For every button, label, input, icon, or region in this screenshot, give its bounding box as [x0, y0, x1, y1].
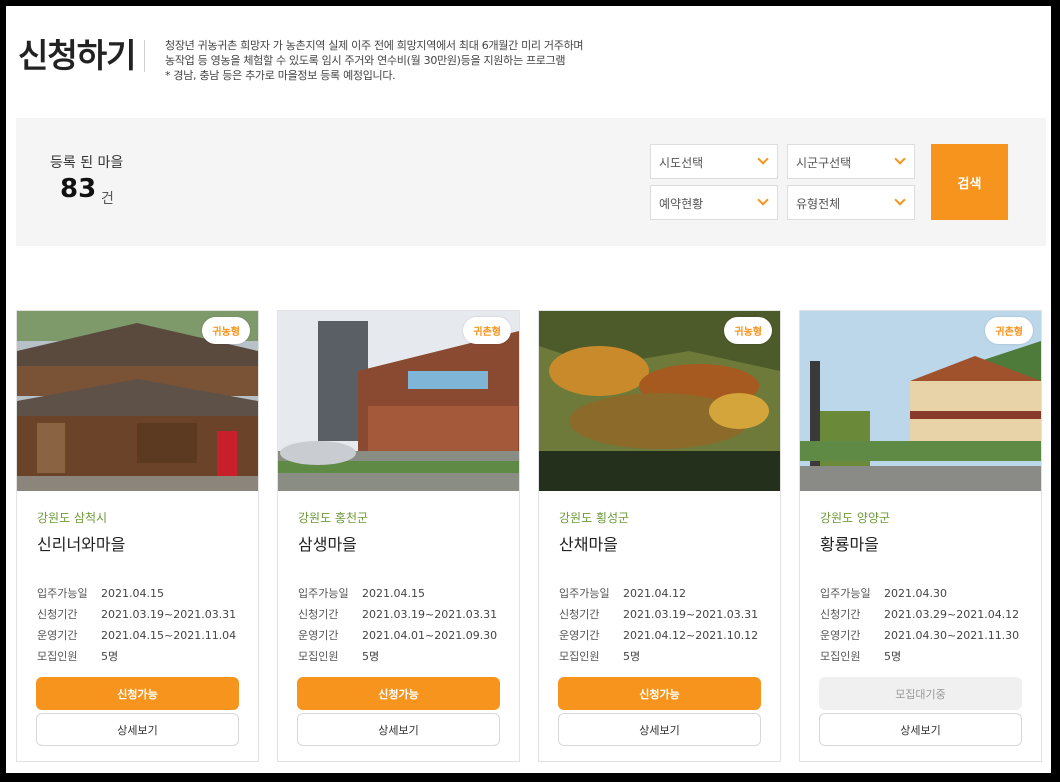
operation-period-value: 2021.04.15~2021.11.04	[101, 629, 237, 642]
apply-period-value: 2021.03.19~2021.03.31	[362, 608, 498, 621]
village-photo[interactable]: 귀농형	[539, 311, 780, 491]
sigungu-select[interactable]: 시군구선택	[787, 144, 915, 179]
page-description: 청장년 귀농귀촌 희망자 가 농촌지역 실제 이주 전에 희망지역에서 최대 6…	[165, 38, 584, 83]
type-badge: 귀촌형	[463, 317, 511, 344]
move-in-label: 입주가능일	[820, 587, 871, 600]
village-card: 귀농형 강원도 삼척시 신리너와마을 입주가능일 2021.04.15 신청기간 2…	[16, 310, 259, 762]
page-header: 신청하기 청장년 귀농귀촌 희망자 가 농촌지역 실제 이주 전에 희망지역에서…	[18, 36, 584, 83]
village-name: 황룡마을	[820, 535, 879, 554]
move-in-value: 2021.04.12	[623, 587, 686, 600]
apply-period-label: 신청기간	[820, 608, 861, 621]
recruits-value: 5명	[101, 650, 119, 663]
operation-period-value: 2021.04.12~2021.10.12	[623, 629, 759, 642]
chevron-down-icon	[757, 194, 769, 206]
search-button[interactable]: 검색	[931, 144, 1008, 220]
operation-period-label: 운영기간	[298, 629, 339, 642]
page-frame: 신청하기 청장년 귀농귀촌 희망자 가 농촌지역 실제 이주 전에 희망지역에서…	[4, 4, 1053, 775]
page-title: 신청하기	[18, 36, 136, 75]
type-select-value: 유형전체	[796, 197, 841, 211]
description-note: * 경남, 충남 등은 추가로 마을정보 등록 예정입니다.	[165, 69, 396, 82]
recruits-label: 모집인원	[820, 650, 861, 663]
apply-button[interactable]: 신청가능	[558, 677, 761, 710]
village-photo[interactable]: 귀촌형	[278, 311, 519, 491]
move-in-label: 입주가능일	[559, 587, 610, 600]
search-panel: 등록 된 마을 83 건 시도선택 시군구선택 예약현황 유형전체 검색	[16, 118, 1046, 246]
type-badge: 귀촌형	[985, 317, 1033, 344]
operation-period-value: 2021.04.01~2021.09.30	[362, 629, 498, 642]
sido-select[interactable]: 시도선택	[650, 144, 778, 179]
description-line: 농작업 등 영농을 체험할 수 있도록 임시 주거와 연수비(월 30만원)등을…	[165, 54, 566, 67]
recruits-label: 모집인원	[37, 650, 78, 663]
move-in-label: 입주가능일	[298, 587, 349, 600]
village-info: 입주가능일 2021.04.30 신청기간 2021.03.29~2021.04.1…	[820, 583, 1019, 667]
operation-period-label: 운영기간	[37, 629, 78, 642]
registered-count-label: 등록 된 마을	[50, 155, 124, 171]
header-divider	[144, 40, 145, 72]
chevron-down-icon	[894, 153, 906, 165]
village-card: 귀촌형 강원도 양양군 황룡마을 입주가능일 2021.04.30 신청기간 202…	[799, 310, 1042, 762]
detail-button[interactable]: 상세보기	[558, 713, 761, 746]
detail-button[interactable]: 상세보기	[36, 713, 239, 746]
village-region: 강원도 횡성군	[559, 511, 630, 525]
chevron-down-icon	[894, 194, 906, 206]
apply-button[interactable]: 신청가능	[36, 677, 239, 710]
move-in-value: 2021.04.30	[884, 587, 947, 600]
detail-button[interactable]: 상세보기	[819, 713, 1022, 746]
apply-button[interactable]: 신청가능	[297, 677, 500, 710]
type-badge: 귀농형	[202, 317, 250, 344]
recruits-value: 5명	[623, 650, 641, 663]
village-region: 강원도 홍천군	[298, 511, 369, 525]
village-info: 입주가능일 2021.04.15 신청기간 2021.03.19~2021.03.3…	[298, 583, 497, 667]
apply-period-label: 신청기간	[37, 608, 78, 621]
detail-button[interactable]: 상세보기	[297, 713, 500, 746]
village-info: 입주가능일 2021.04.15 신청기간 2021.03.19~2021.03.3…	[37, 583, 236, 667]
apply-period-value: 2021.03.29~2021.04.12	[884, 608, 1020, 621]
village-photo[interactable]: 귀촌형	[800, 311, 1041, 491]
type-select[interactable]: 유형전체	[787, 185, 915, 220]
village-info: 입주가능일 2021.04.12 신청기간 2021.03.19~2021.03.3…	[559, 583, 758, 667]
apply-period-label: 신청기간	[559, 608, 600, 621]
village-card: 귀촌형 강원도 홍천군 삼생마을 입주가능일 2021.04.15 신청기간 202…	[277, 310, 520, 762]
village-name: 산채마을	[559, 535, 618, 554]
reservation-select-value: 예약현황	[659, 197, 704, 211]
operation-period-label: 운영기간	[559, 629, 600, 642]
village-card: 귀농형 강원도 횡성군 산채마을 입주가능일 2021.04.12 신청기간 202…	[538, 310, 781, 762]
registered-count-unit: 건	[101, 191, 114, 207]
type-badge: 귀농형	[724, 317, 772, 344]
village-region: 강원도 삼척시	[37, 511, 108, 525]
waiting-status-button[interactable]: 모집대기중	[819, 677, 1022, 710]
village-name: 신리너와마을	[37, 535, 126, 554]
sido-select-value: 시도선택	[659, 156, 704, 170]
apply-period-value: 2021.03.19~2021.03.31	[101, 608, 237, 621]
sigungu-select-value: 시군구선택	[796, 156, 852, 170]
description-line: 청장년 귀농귀촌 희망자 가 농촌지역 실제 이주 전에 희망지역에서 최대 6…	[165, 39, 584, 52]
operation-period-value: 2021.04.30~2021.11.30	[884, 629, 1020, 642]
village-name: 삼생마을	[298, 535, 357, 554]
apply-period-label: 신청기간	[298, 608, 339, 621]
registered-count-value: 83	[60, 174, 97, 204]
recruits-label: 모집인원	[559, 650, 600, 663]
recruits-value: 5명	[362, 650, 380, 663]
chevron-down-icon	[757, 153, 769, 165]
village-photo[interactable]: 귀농형	[17, 311, 258, 491]
move-in-label: 입주가능일	[37, 587, 88, 600]
move-in-value: 2021.04.15	[101, 587, 164, 600]
operation-period-label: 운영기간	[820, 629, 861, 642]
village-region: 강원도 양양군	[820, 511, 891, 525]
reservation-select[interactable]: 예약현황	[650, 185, 778, 220]
apply-period-value: 2021.03.19~2021.03.31	[623, 608, 759, 621]
recruits-label: 모집인원	[298, 650, 339, 663]
move-in-value: 2021.04.15	[362, 587, 425, 600]
recruits-value: 5명	[884, 650, 902, 663]
